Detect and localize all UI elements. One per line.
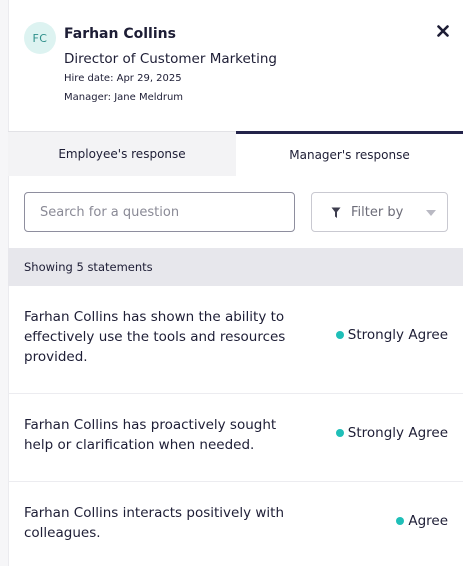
answer-dot-icon: [335, 331, 344, 339]
tab-manager-response[interactable]: Manager's response: [236, 131, 463, 176]
statement-text: Farhan Collins has shown the ability to …: [24, 309, 286, 365]
answer-dot-icon: [396, 517, 405, 525]
hire-date: Hire date: Apr 29, 2025: [64, 73, 182, 84]
avatar: FC: [24, 22, 56, 54]
answer-dot-icon: [335, 429, 344, 437]
statement-row: Farhan Collins has proactively sought he…: [8, 394, 463, 482]
response-tabs: Employee's response Manager's response: [8, 131, 463, 176]
filter-label: Filter by: [351, 205, 404, 220]
statement-text: Farhan Collins interacts positively with…: [24, 505, 285, 541]
statement-answer: Strongly Agree: [335, 327, 448, 343]
answer-label: Strongly Agree: [347, 327, 448, 343]
statement-answer: Strongly Agree: [335, 425, 448, 441]
statement-text: Farhan Collins has proactively sought he…: [24, 417, 277, 453]
answer-label: Agree: [408, 513, 448, 529]
statement-row: Farhan Collins interacts positively with…: [8, 482, 463, 566]
employee-title: Director of Customer Marketing: [64, 51, 277, 67]
filter-dropdown[interactable]: Filter by: [311, 192, 448, 232]
statement-answer: Agree: [396, 513, 448, 529]
filter-icon: [331, 207, 341, 218]
close-button[interactable]: [432, 20, 454, 42]
statement-row: Farhan Collins has shown the ability to …: [8, 286, 463, 394]
statement-count: Showing 5 statements: [8, 248, 463, 286]
manager-name: Manager: Jane Meldrum: [64, 92, 184, 103]
search-input[interactable]: [24, 192, 295, 232]
tab-employee-response[interactable]: Employee's response: [8, 131, 236, 176]
employee-name: Farhan Collins: [64, 26, 176, 42]
employee-header: FC Farhan Collins Director of Customer M…: [8, 0, 463, 131]
chevron-down-icon: [426, 210, 436, 216]
answer-label: Strongly Agree: [347, 425, 448, 441]
close-icon: [437, 25, 449, 37]
